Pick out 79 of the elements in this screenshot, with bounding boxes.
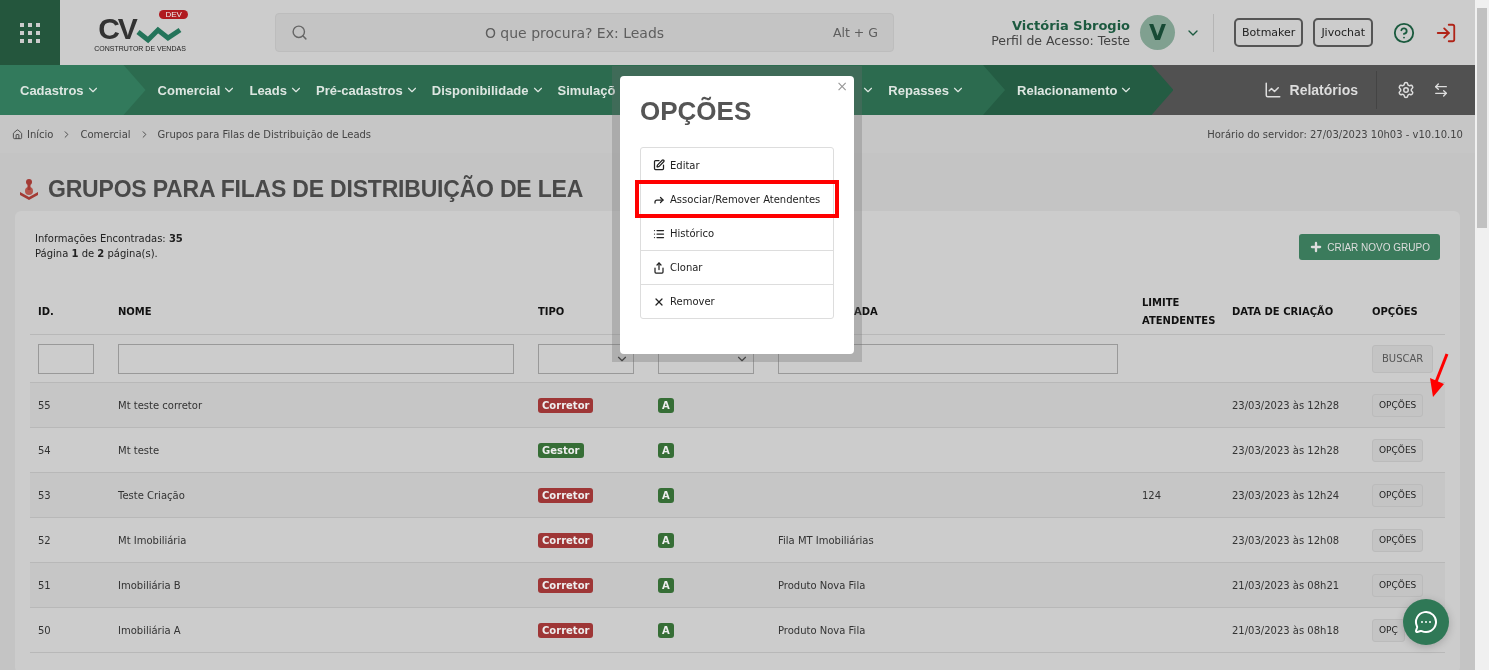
table-cell: 54 [38,444,51,456]
options-button[interactable]: OPÇÕES [1372,438,1424,462]
option-item[interactable]: Remover [641,284,833,318]
nav-menu-item[interactable]: Repasses [888,82,966,98]
column-header: OPÇÕES [1371,304,1419,319]
options-button[interactable]: OPÇÕES [1372,573,1424,597]
column-header: ADA [853,304,879,319]
table-cell: Mt teste [118,444,160,456]
column-header: ID. [37,304,55,319]
create-group-button[interactable]: CRIAR NOVO GRUPO [1299,234,1440,260]
column-header: TIPO [537,304,566,319]
shortcut-hint: Alt + G [832,25,878,40]
column-header: LIMITE ATENDENTES [1141,295,1217,328]
option-item[interactable]: Histórico [641,216,833,250]
column-header: DATA DE CRIAÇÃO [1231,304,1335,319]
table-cell: 23/03/2023 às 12h08 [1232,534,1340,546]
options-button[interactable]: OPÇ [1372,618,1405,642]
table-cell: Imobiliária A [118,624,181,636]
table-cell: 55 [38,399,51,411]
status-tag: A [658,532,674,548]
type-tag: Corretor [538,487,594,503]
table-cell: 23/03/2023 às 12h24 [1232,489,1340,501]
nav-menu-item[interactable]: Simulaçõ [557,82,616,98]
type-tag: Corretor [538,622,594,638]
type-tag: Corretor [538,397,594,413]
nav-menu-item[interactable]: Relacionamento [1017,82,1134,98]
integration-button[interactable]: Jivochat [1313,18,1373,47]
pagination-info: Página 1 de 2 página(s). [35,247,159,261]
table-cell: 21/03/2023 às 08h18 [1232,624,1340,636]
breadcrumb-link[interactable]: Grupos para Filas de Distribuição de Leads [157,128,372,140]
search-button[interactable]: BUSCAR [1372,344,1434,373]
breadcrumb-link[interactable]: Início [12,128,54,140]
nav-menu-item[interactable]: Comercial [157,82,237,98]
table-cell: Teste Criação [118,489,185,501]
logo-badge: DEV [159,9,188,19]
page-title: GRUPOS PARA FILAS DE DISTRIBUIÇÃO DE LEA [48,175,584,203]
status-tag: A [658,397,674,413]
option-item[interactable]: Clonar [641,250,833,284]
table-cell: 52 [38,534,51,546]
type-tag: Corretor [538,577,594,593]
user-name: Victória Sbrogio [1012,17,1131,33]
options-button[interactable]: OPÇÕES [1372,483,1424,507]
table-cell: 53 [38,489,51,501]
table-cell: Mt Imobiliária [118,534,187,546]
table-cell: 50 [38,624,51,636]
table-cell: Imobiliária B [118,579,181,591]
server-time: Horário do servidor: 27/03/2023 10h03 - v10.10.10 [1207,128,1463,140]
column-header: NOME [117,304,153,319]
table-cell: Produto Nova Fila [778,624,866,636]
table-cell: 51 [38,579,51,591]
user-avatar[interactable]: V [1140,15,1176,50]
type-tag: Corretor [538,532,594,548]
option-item[interactable]: Editar [641,148,833,182]
table-cell: Produto Nova Fila [778,579,866,591]
options-button[interactable]: OPÇÕES [1372,393,1424,417]
nav-menu-item[interactable]: Cadastros [20,82,100,98]
integration-button[interactable]: Botmaker [1234,18,1304,47]
status-tag: A [658,577,674,593]
user-profile: Perfil de Acesso: Teste [991,32,1131,48]
breadcrumb-link[interactable]: Comercial [80,128,131,140]
options-button[interactable]: OPÇÕES [1372,528,1424,552]
dialog-title: OPÇÕES [640,96,753,127]
option-item[interactable]: Associar/Remover Atendentes [637,182,837,216]
results-count: Informações Encontradas: 35 [35,232,183,246]
status-tag: A [658,622,674,638]
type-tag: Gestor [538,442,584,458]
table-cell: 124 [1142,489,1162,501]
table-cell: 23/03/2023 às 12h28 [1232,399,1340,411]
status-tag: A [658,487,674,503]
nav-menu-item[interactable]: Disponibilidade [431,82,545,98]
nav-menu-item[interactable]: Leads [249,82,304,98]
logo-mark: CV [98,13,136,44]
table-cell: 23/03/2023 às 12h28 [1232,444,1340,456]
reports-link[interactable]: Relatórios [1263,71,1377,109]
nav-menu-item[interactable]: Pré-cadastros [316,82,419,98]
table-cell: Mt teste corretor [118,399,202,411]
table-cell: Fila MT Imobiliárias [778,534,874,546]
table-cell: 21/03/2023 às 08h21 [1232,579,1340,591]
status-tag: A [658,442,674,458]
